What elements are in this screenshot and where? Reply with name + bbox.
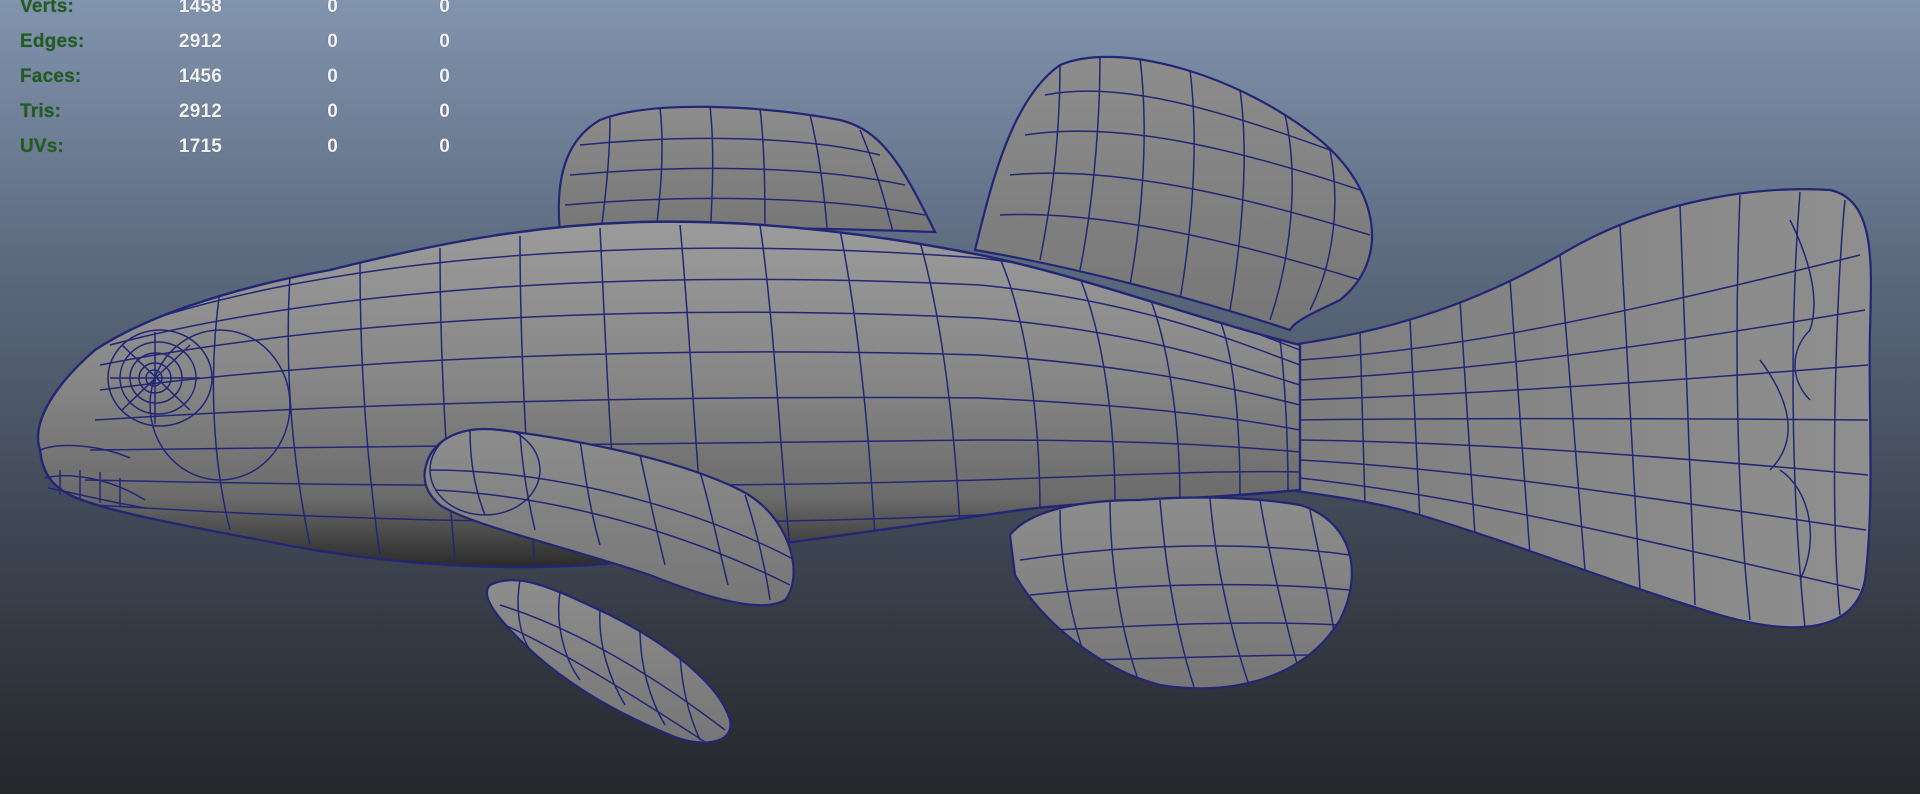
hud-total: 1456: [178, 66, 222, 87]
hud-row-verts: Verts: 1458 0 0: [0, 0, 470, 20]
hud-selected: 0: [327, 101, 338, 122]
hud-label: Faces:: [20, 66, 82, 87]
poly-count-hud: Verts: 1458 0 0 Edges: 2912 0 0 Faces: 1…: [0, 0, 470, 170]
hud-highlighted: 0: [439, 136, 450, 157]
hud-row-uvs: UVs: 1715 0 0: [0, 136, 470, 160]
hud-highlighted: 0: [439, 66, 450, 87]
hud-row-tris: Tris: 2912 0 0: [0, 101, 470, 125]
hud-total: 2912: [178, 101, 222, 122]
hud-highlighted: 0: [439, 0, 450, 17]
anal-fin: [1008, 496, 1353, 690]
hud-selected: 0: [327, 0, 338, 17]
hud-label: Edges:: [20, 31, 85, 52]
tail-fin: [1288, 187, 1873, 629]
hud-row-faces: Faces: 1456 0 0: [0, 66, 470, 90]
hud-selected: 0: [327, 136, 338, 157]
viewport-panel[interactable]: Verts: 1458 0 0 Edges: 2912 0 0 Faces: 1…: [0, 0, 1920, 794]
hud-total: 2912: [178, 31, 222, 52]
hud-total: 1715: [178, 136, 222, 157]
hud-selected: 0: [327, 31, 338, 52]
hud-highlighted: 0: [439, 31, 450, 52]
dorsal-fin-front: [557, 105, 937, 234]
hud-label: Verts:: [20, 0, 75, 17]
hud-total: 1458: [178, 0, 222, 17]
hud-label: UVs:: [20, 136, 65, 157]
hud-row-edges: Edges: 2912 0 0: [0, 31, 470, 55]
pelvic-fin: [485, 579, 732, 744]
hud-label: Tris:: [20, 101, 62, 122]
hud-highlighted: 0: [439, 101, 450, 122]
hud-selected: 0: [327, 66, 338, 87]
